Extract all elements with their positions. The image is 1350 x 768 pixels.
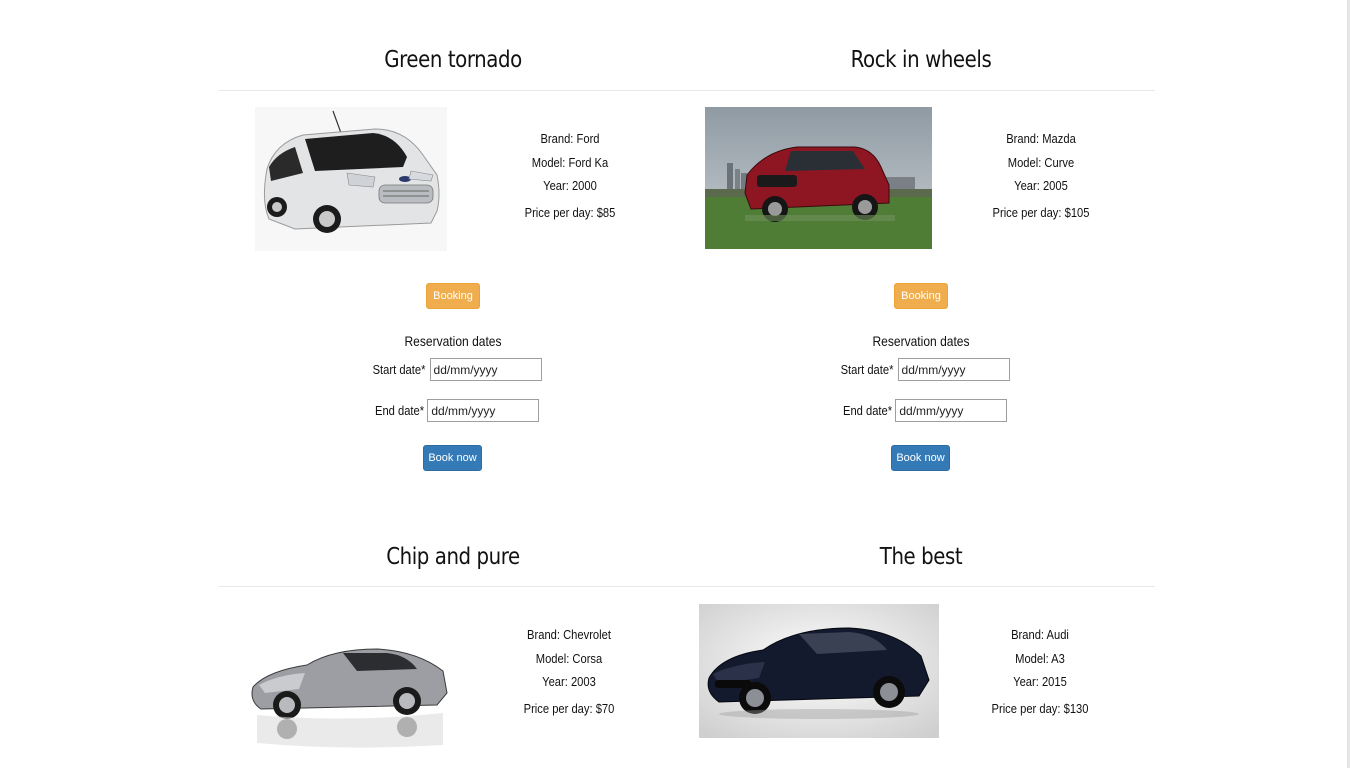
red-suv-image xyxy=(705,107,932,249)
white-sedan-image xyxy=(255,107,447,251)
car-specs: Brand: Ford Model: Ford Ka Year: 2000 Pr… xyxy=(495,127,645,224)
model-text: Model: A3 xyxy=(1015,650,1065,666)
booking-button[interactable]: Booking xyxy=(894,283,948,309)
car-photo xyxy=(705,107,932,249)
car-title: Green tornado xyxy=(384,47,522,73)
year-text: Year: 2000 xyxy=(543,178,597,193)
start-date-row: Start date* xyxy=(219,358,687,381)
start-date-row: Start date* xyxy=(687,358,1155,381)
end-date-label: End date* xyxy=(842,403,892,418)
end-date-input[interactable] xyxy=(427,399,540,422)
end-date-input[interactable] xyxy=(895,399,1008,422)
brand-text: Brand: Audi xyxy=(1011,627,1069,642)
start-date-input[interactable] xyxy=(897,358,1010,381)
year-text: Year: 2005 xyxy=(1014,178,1068,193)
price-text: Price per day: $85 xyxy=(524,204,616,220)
car-title: Rock in wheels xyxy=(850,47,992,73)
year-text: Year: 2003 xyxy=(542,674,596,689)
book-now-button[interactable]: Book now xyxy=(423,445,482,471)
reservation-dates-title: Reservation dates xyxy=(872,333,970,349)
car-title: Chip and pure xyxy=(386,544,520,570)
car-specs: Brand: Chevrolet Model: Corsa Year: 2003… xyxy=(494,623,644,720)
brand-text: Brand: Mazda xyxy=(1006,131,1076,146)
price-text: Price per day: $70 xyxy=(523,700,615,716)
brand-text: Brand: Ford xyxy=(540,131,600,146)
car-card-green-tornado: Green tornado Brand: Ford Model: Ford Ka… xyxy=(219,0,687,520)
year-text: Year: 2015 xyxy=(1013,674,1067,689)
car-card-rock-in-wheels: Rock in wheels Brand: Mazda Model: Curve… xyxy=(687,0,1155,520)
dark-coupe-image xyxy=(699,604,939,738)
price-text: Price per day: $130 xyxy=(991,700,1089,716)
car-photo xyxy=(699,604,939,738)
car-photo xyxy=(255,107,447,251)
price-text: Price per day: $105 xyxy=(992,204,1090,220)
model-text: Model: Curve xyxy=(1007,154,1075,170)
reservation-dates-title: Reservation dates xyxy=(404,333,502,349)
book-now-button[interactable]: Book now xyxy=(891,445,950,471)
end-date-row: End date* xyxy=(219,399,687,422)
model-text: Model: Ford Ka xyxy=(531,154,609,170)
car-card-the-best: The best Brand: Audi Model: A3 Year: 201… xyxy=(687,528,1155,768)
car-specs: Brand: Audi Model: A3 Year: 2015 Price p… xyxy=(965,623,1115,720)
start-date-label: Start date* xyxy=(841,362,894,377)
start-date-input[interactable] xyxy=(429,358,542,381)
booking-button[interactable]: Booking xyxy=(426,283,480,309)
end-date-label: End date* xyxy=(374,403,424,418)
silver-roadster-image xyxy=(247,641,451,751)
model-text: Model: Corsa xyxy=(535,650,603,666)
car-photo xyxy=(247,641,451,751)
car-card-chip-and-pure: Chip and pure Brand: Chevrolet Model: Co… xyxy=(219,528,687,768)
start-date-label: Start date* xyxy=(373,362,426,377)
car-specs: Brand: Mazda Model: Curve Year: 2005 Pri… xyxy=(966,127,1116,224)
car-title: The best xyxy=(879,544,963,570)
brand-text: Brand: Chevrolet xyxy=(527,627,611,642)
end-date-row: End date* xyxy=(687,399,1155,422)
